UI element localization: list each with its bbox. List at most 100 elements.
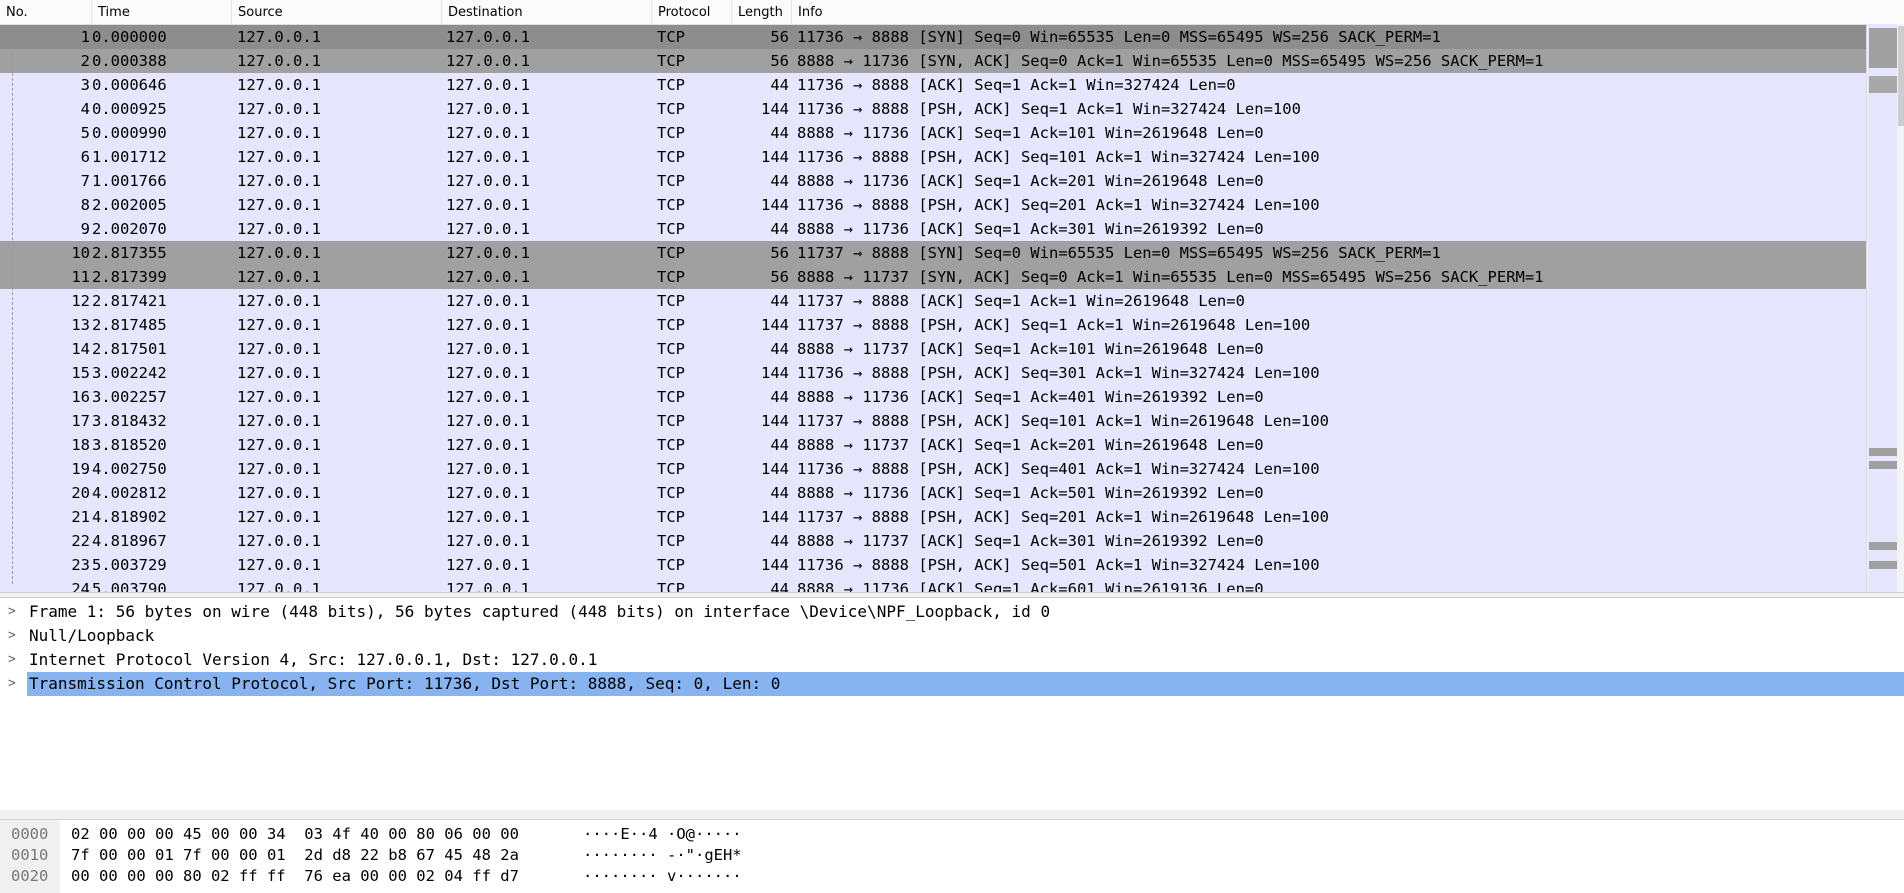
column-header-destination[interactable]: Destination (442, 0, 652, 24)
detail-tree-item[interactable]: > Internet Protocol Version 4, Src: 127.0… (0, 648, 1904, 672)
packet-row[interactable]: 22 4.818967 127.0.0.1 127.0.0.1 TCP 44 8888 → … (0, 529, 1866, 553)
packet-protocol-cell: TCP (657, 460, 685, 478)
packet-row[interactable]: 19 4.002750 127.0.0.1 127.0.0.1 TCP 144 11736 … (0, 457, 1866, 481)
packet-no-cell: 1 (80, 28, 90, 46)
packet-info-cell: 8888 → 11736 [ACK] Seq=1 Ack=501 Win=261… (797, 484, 1264, 502)
packet-list-header: No. Time Source Destination Protocol Len… (0, 0, 1904, 25)
packet-row[interactable]: 14 2.817501 127.0.0.1 127.0.0.1 TCP 44 8888 → … (0, 337, 1866, 361)
packet-row[interactable]: 23 5.003729 127.0.0.1 127.0.0.1 TCP 144 11736 … (0, 553, 1866, 577)
packet-source-cell: 127.0.0.1 (237, 340, 321, 358)
packet-source-cell: 127.0.0.1 (237, 292, 321, 310)
bytes-ascii[interactable]: ········ -·"·gEH* (583, 845, 742, 866)
packet-row[interactable]: 16 3.002257 127.0.0.1 127.0.0.1 TCP 44 8888 → … (0, 385, 1866, 409)
packet-info-cell: 11737 → 8888 [ACK] Seq=1 Ack=1 Win=26196… (797, 292, 1245, 310)
bytes-offset[interactable]: 0010 (11, 845, 48, 866)
packet-row[interactable]: 24 5.003790 127.0.0.1 127.0.0.1 TCP 44 8888 → … (0, 577, 1866, 592)
packet-row[interactable]: 4 0.000925 127.0.0.1 127.0.0.1 TCP 144 11736 →… (0, 97, 1866, 121)
packet-length-cell: 144 (761, 556, 789, 574)
packet-row[interactable]: 15 3.002242 127.0.0.1 127.0.0.1 TCP 144 11736 … (0, 361, 1866, 385)
packet-time-cell: 0.000000 (92, 28, 167, 46)
packet-list-pane[interactable]: No. Time Source Destination Protocol Len… (0, 0, 1904, 592)
expand-arrow-icon[interactable]: > (8, 648, 16, 672)
expand-arrow-icon[interactable]: > (8, 624, 16, 648)
pane-splitter-bottom[interactable] (0, 810, 1904, 820)
bytes-offset[interactable]: 0020 (11, 866, 48, 887)
packet-time-cell: 2.002070 (92, 220, 167, 238)
packet-info-cell: 8888 → 11736 [ACK] Seq=1 Ack=201 Win=261… (797, 172, 1264, 190)
packet-destination-cell: 127.0.0.1 (446, 508, 530, 526)
packet-time-cell: 2.817485 (92, 316, 167, 334)
packet-length-cell: 56 (770, 28, 789, 46)
packet-source-cell: 127.0.0.1 (237, 508, 321, 526)
scrollbar-track[interactable] (1897, 24, 1904, 592)
packet-source-cell: 127.0.0.1 (237, 124, 321, 142)
packet-info-cell: 11736 → 8888 [SYN] Seq=0 Win=65535 Len=0… (797, 28, 1441, 46)
packet-source-cell: 127.0.0.1 (237, 148, 321, 166)
packet-time-cell: 2.002005 (92, 196, 167, 214)
packet-row[interactable]: 1 0.000000 127.0.0.1 127.0.0.1 TCP 56 11736 → … (0, 25, 1866, 49)
packet-destination-cell: 127.0.0.1 (446, 460, 530, 478)
bytes-hex[interactable]: 7f 00 00 01 7f 00 00 01 2d d8 22 b8 67 4… (71, 845, 519, 866)
packet-details-pane[interactable]: > Frame 1: 56 bytes on wire (448 bits), 5… (0, 598, 1904, 811)
column-header-length[interactable]: Length (732, 0, 792, 24)
packet-destination-cell: 127.0.0.1 (446, 172, 530, 190)
packet-row[interactable]: 10 2.817355 127.0.0.1 127.0.0.1 TCP 56 11737 →… (0, 241, 1866, 265)
packet-list-scrollbar[interactable] (1866, 24, 1904, 592)
packet-row[interactable]: 12 2.817421 127.0.0.1 127.0.0.1 TCP 44 11737 →… (0, 289, 1866, 313)
expand-arrow-icon[interactable]: > (8, 672, 16, 696)
column-header-source[interactable]: Source (232, 0, 442, 24)
column-header-no[interactable]: No. (0, 0, 92, 24)
packet-protocol-cell: TCP (657, 196, 685, 214)
packet-protocol-cell: TCP (657, 28, 685, 46)
packet-row[interactable]: 3 0.000646 127.0.0.1 127.0.0.1 TCP 44 11736 → … (0, 73, 1866, 97)
packet-row[interactable]: 7 1.001766 127.0.0.1 127.0.0.1 TCP 44 8888 → 1… (0, 169, 1866, 193)
packet-time-cell: 4.818902 (92, 508, 167, 526)
packet-destination-cell: 127.0.0.1 (446, 52, 530, 70)
expand-arrow-icon[interactable]: > (8, 600, 16, 624)
column-header-info[interactable]: Info (792, 0, 1866, 24)
packet-no-cell: 13 (71, 316, 90, 334)
packet-row[interactable]: 18 3.818520 127.0.0.1 127.0.0.1 TCP 44 8888 → … (0, 433, 1866, 457)
packet-length-cell: 44 (770, 124, 789, 142)
bytes-ascii[interactable]: ····E··4 ·O@····· (583, 824, 742, 845)
packet-destination-cell: 127.0.0.1 (446, 388, 530, 406)
scrollbar-thumb[interactable] (1898, 26, 1904, 126)
bytes-offset[interactable]: 0000 (11, 824, 48, 845)
detail-tree-item[interactable]: > Null/Loopback (0, 624, 1904, 648)
packet-source-cell: 127.0.0.1 (237, 52, 321, 70)
bytes-hex[interactable]: 00 00 00 00 80 02 ff ff 76 ea 00 00 02 0… (71, 866, 519, 887)
bytes-ascii[interactable]: ········ v······· (583, 866, 742, 887)
packet-destination-cell: 127.0.0.1 (446, 148, 530, 166)
packet-destination-cell: 127.0.0.1 (446, 412, 530, 430)
packet-row[interactable]: 8 2.002005 127.0.0.1 127.0.0.1 TCP 144 11736 →… (0, 193, 1866, 217)
packet-length-cell: 44 (770, 76, 789, 94)
packet-row[interactable]: 2 0.000388 127.0.0.1 127.0.0.1 TCP 56 8888 → 1… (0, 49, 1866, 73)
detail-tree-label: Internet Protocol Version 4, Src: 127.0.… (29, 650, 598, 669)
packet-bytes-pane[interactable]: 0000 02 00 00 00 45 00 00 34 03 4f 40 00 … (0, 820, 1904, 893)
packet-row[interactable]: 13 2.817485 127.0.0.1 127.0.0.1 TCP 144 11737 … (0, 313, 1866, 337)
packet-row[interactable]: 11 2.817399 127.0.0.1 127.0.0.1 TCP 56 8888 → … (0, 265, 1866, 289)
column-header-time[interactable]: Time (92, 0, 232, 24)
packet-length-cell: 44 (770, 340, 789, 358)
detail-tree-item[interactable]: > Frame 1: 56 bytes on wire (448 bits), 5… (0, 600, 1904, 624)
packet-row[interactable]: 17 3.818432 127.0.0.1 127.0.0.1 TCP 144 11737 … (0, 409, 1866, 433)
packet-protocol-cell: TCP (657, 220, 685, 238)
packet-time-cell: 2.817355 (92, 244, 167, 262)
detail-tree-item[interactable]: > Transmission Control Protocol, Src Port… (0, 672, 1904, 696)
packet-row[interactable]: 6 1.001712 127.0.0.1 127.0.0.1 TCP 144 11736 →… (0, 145, 1866, 169)
packet-length-cell: 44 (770, 292, 789, 310)
column-header-protocol[interactable]: Protocol (652, 0, 732, 24)
packet-time-cell: 0.000388 (92, 52, 167, 70)
packet-no-cell: 21 (71, 508, 90, 526)
packet-no-cell: 23 (71, 556, 90, 574)
packet-row[interactable]: 20 4.002812 127.0.0.1 127.0.0.1 TCP 44 8888 → … (0, 481, 1866, 505)
packet-row[interactable]: 5 0.000990 127.0.0.1 127.0.0.1 TCP 44 8888 → 1… (0, 121, 1866, 145)
packet-info-cell: 8888 → 11736 [ACK] Seq=1 Ack=101 Win=261… (797, 124, 1264, 142)
bytes-hex[interactable]: 02 00 00 00 45 00 00 34 03 4f 40 00 80 0… (71, 824, 519, 845)
packet-protocol-cell: TCP (657, 364, 685, 382)
packet-no-cell: 4 (80, 100, 90, 118)
packet-info-cell: 8888 → 11737 [ACK] Seq=1 Ack=301 Win=261… (797, 532, 1264, 550)
packet-row[interactable]: 9 2.002070 127.0.0.1 127.0.0.1 TCP 44 8888 → 1… (0, 217, 1866, 241)
packet-length-cell: 44 (770, 532, 789, 550)
packet-row[interactable]: 21 4.818902 127.0.0.1 127.0.0.1 TCP 144 11737 … (0, 505, 1866, 529)
